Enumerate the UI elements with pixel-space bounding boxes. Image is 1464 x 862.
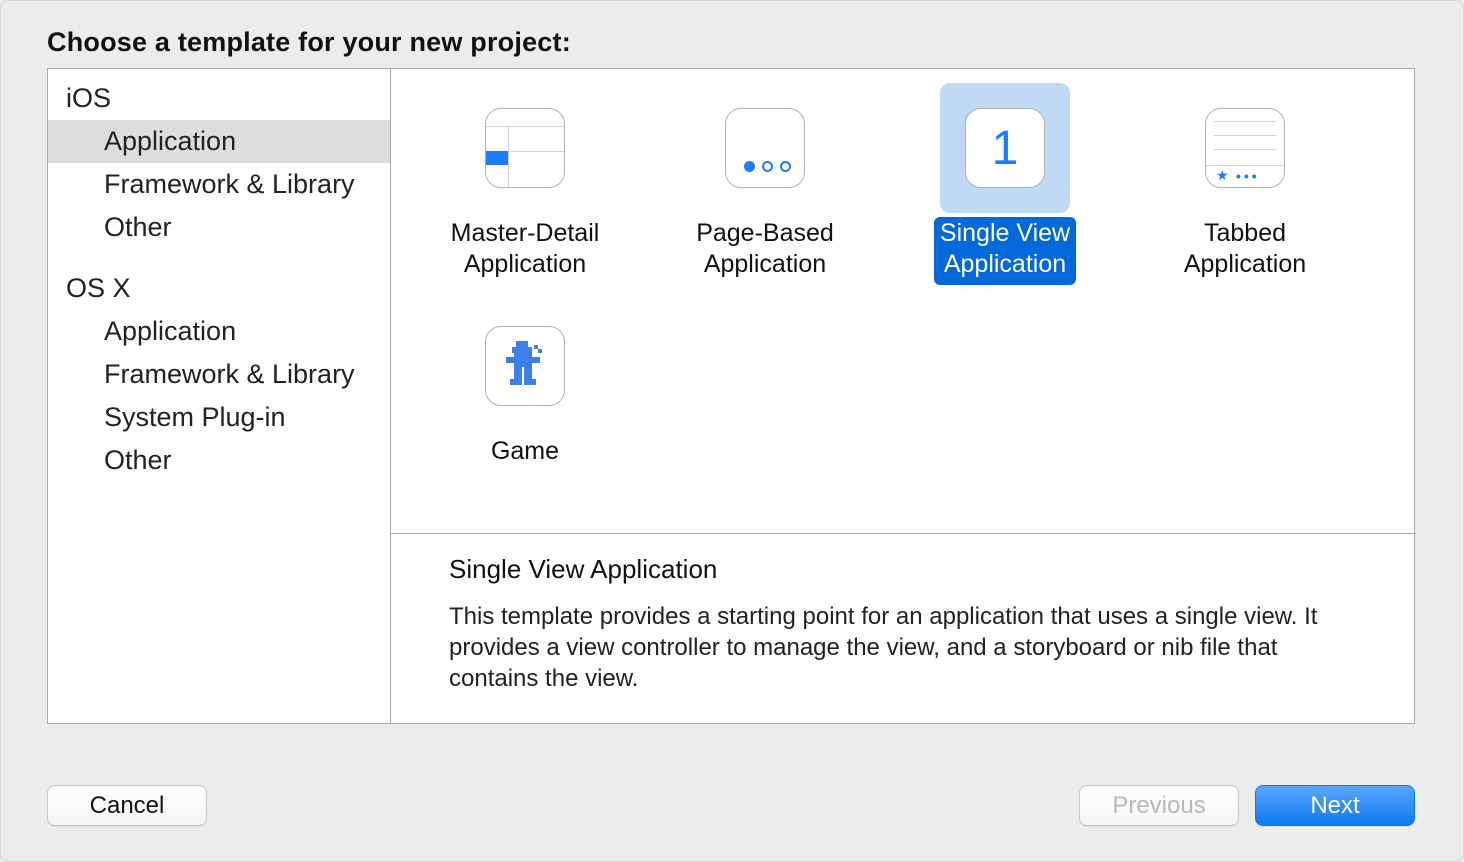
footer: Cancel Previous Next [1,765,1463,861]
previous-button[interactable]: Previous [1079,785,1239,826]
new-project-sheet: Choose a template for your new project: … [0,0,1464,862]
sidebar-section-ios: iOS [48,77,390,120]
template-single-view[interactable]: 1 Single View Application [915,83,1095,285]
cancel-button[interactable]: Cancel [47,785,207,826]
single-view-icon: 1 [965,108,1045,188]
template-tabbed[interactable]: ★••• Tabbed Application [1155,83,1335,285]
description-body: This template provides a starting point … [449,601,1358,695]
sidebar-item-ios-application[interactable]: Application [48,120,390,163]
sidebar-item-osx-system-plugin[interactable]: System Plug-in [48,396,390,439]
next-button[interactable]: Next [1255,785,1415,826]
template-description: Single View Application This template pr… [391,534,1416,723]
template-label: Single View Application [934,217,1076,285]
template-page-based[interactable]: Page-Based Application [675,83,855,285]
sidebar-section-osx: OS X [48,267,390,310]
template-master-detail[interactable]: Master-Detail Application [435,83,615,285]
sidebar-item-osx-application[interactable]: Application [48,310,390,353]
description-title: Single View Application [449,554,1358,585]
page-title: Choose a template for your new project: [47,27,571,58]
sidebar: iOS Application Framework & Library Othe… [48,69,391,723]
sidebar-item-osx-other[interactable]: Other [48,439,390,482]
template-game[interactable]: Game [435,301,615,471]
tabbed-icon: ★••• [1205,108,1285,188]
template-label: Master-Detail Application [445,217,606,285]
template-label: Game [485,435,565,471]
game-icon [485,326,565,406]
template-grid: Master-Detail Application Page-Based App… [391,69,1416,534]
template-label: Page-Based Application [690,217,840,285]
sidebar-item-ios-framework-library[interactable]: Framework & Library [48,163,390,206]
master-detail-icon [485,108,565,188]
sidebar-item-ios-other[interactable]: Other [48,206,390,249]
page-based-icon [725,108,805,188]
sidebar-item-osx-framework-library[interactable]: Framework & Library [48,353,390,396]
panel: iOS Application Framework & Library Othe… [47,68,1415,724]
template-label: Tabbed Application [1178,217,1312,285]
content: Master-Detail Application Page-Based App… [391,69,1416,723]
